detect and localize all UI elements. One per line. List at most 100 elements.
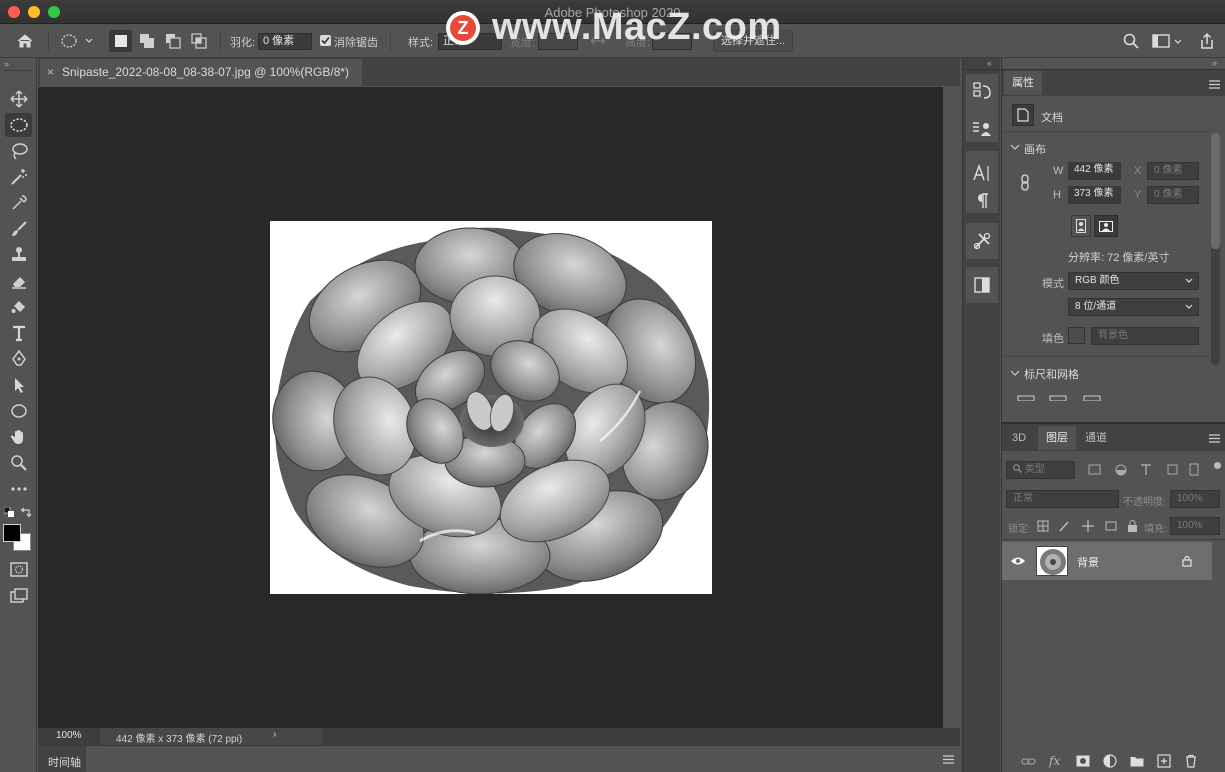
add-to-selection-icon[interactable] <box>136 31 158 51</box>
opacity-input[interactable]: 100% <box>1170 490 1220 508</box>
eyedropper-tool-icon[interactable] <box>5 191 32 215</box>
canvas-height-input[interactable]: 373 像素 <box>1068 186 1121 204</box>
more-tools-icon[interactable] <box>5 477 32 501</box>
collapse-tools-icon[interactable]: » <box>4 59 9 69</box>
libraries-panel-icon[interactable] <box>972 274 992 296</box>
document-tab-title: Snipaste_2022-08-08_08-38-07.jpg @ 100%(… <box>62 65 350 79</box>
tab-properties[interactable]: 属性 <box>1004 71 1042 95</box>
layer-name[interactable]: 背景 <box>1077 554 1099 570</box>
layer-thumbnail <box>1036 546 1068 576</box>
intersect-selection-icon[interactable] <box>188 31 210 51</box>
collapse-panels-icon[interactable]: » <box>1212 58 1217 68</box>
brush-tool-icon[interactable] <box>5 217 32 241</box>
timeline-menu-icon[interactable] <box>943 755 954 764</box>
history-panel-icon[interactable] <box>972 80 992 102</box>
zoom-tool-icon[interactable] <box>5 451 32 475</box>
bit-depth-select[interactable]: 8 位/通道 <box>1068 298 1199 316</box>
timeline-tab[interactable]: 时间轴 <box>48 754 81 770</box>
search-icon[interactable] <box>1122 32 1140 50</box>
fill-select[interactable]: 背景色 <box>1091 327 1199 345</box>
document-info-field[interactable]: 442 像素 x 373 像素 (72 ppi) › <box>100 728 322 745</box>
eraser-tool-icon[interactable] <box>5 269 32 293</box>
canvas-x-input[interactable]: 0 像素 <box>1147 162 1199 180</box>
style-label: 样式: <box>408 37 434 49</box>
antialias-checkbox[interactable] <box>320 35 331 46</box>
fill-select-value: 背景色 <box>1098 330 1128 341</box>
layer-filter-select[interactable]: 类型 <box>1006 461 1075 479</box>
workspace-switcher-icon[interactable] <box>1152 32 1182 50</box>
document-tab[interactable]: × Snipaste_2022-08-08_08-38-07.jpg @ 100… <box>40 59 362 86</box>
tab-channels[interactable]: 通道 <box>1077 426 1115 450</box>
magic-wand-tool-icon[interactable] <box>5 165 32 189</box>
canvas-section-title[interactable]: 画布 <box>1024 141 1046 157</box>
foreground-color-swatch[interactable] <box>3 524 21 542</box>
landscape-orientation-icon[interactable] <box>1094 215 1118 237</box>
properties-scrollbar[interactable] <box>1211 133 1220 365</box>
new-selection-icon[interactable] <box>109 30 132 52</box>
character-panel-icon[interactable] <box>972 162 992 184</box>
add-mask-icon[interactable] <box>1076 755 1090 767</box>
home-icon[interactable] <box>12 31 38 51</box>
layer-row[interactable]: 背景 <box>1002 542 1212 580</box>
ruler-grid-icons[interactable] <box>1017 392 1117 402</box>
height-label: H <box>1053 189 1061 201</box>
watermark-text: www.MacZ.com <box>492 6 782 48</box>
clone-stamp-tool-icon[interactable] <box>5 243 32 267</box>
info-menu-arrow-icon[interactable]: › <box>273 729 276 740</box>
elliptical-marquee-tool-icon[interactable] <box>5 113 32 137</box>
type-tool-icon[interactable] <box>5 321 32 345</box>
rulers-section-title[interactable]: 标尺和网格 <box>1024 366 1079 382</box>
default-colors-icon[interactable] <box>3 506 14 517</box>
delete-layer-icon[interactable] <box>1184 754 1198 768</box>
ellipse-tool-icon[interactable] <box>5 399 32 423</box>
expand-dock-icon[interactable]: « <box>987 58 992 68</box>
subtract-from-selection-icon[interactable] <box>162 31 184 51</box>
tab-3d[interactable]: 3D <box>1004 426 1034 450</box>
rulers-section-chevron-icon[interactable] <box>1010 368 1020 376</box>
layer-visibility-icon[interactable] <box>1010 556 1026 566</box>
adjustment-layer-icon[interactable] <box>1103 754 1117 768</box>
document-image[interactable] <box>270 221 712 594</box>
canvas-area[interactable] <box>38 87 943 728</box>
actions-panel-icon[interactable] <box>972 118 992 140</box>
lock-options-icons[interactable] <box>1036 519 1140 533</box>
paragraph-panel-icon[interactable] <box>972 190 992 212</box>
layers-menu-icon[interactable] <box>1209 434 1220 443</box>
canvas-y-input[interactable]: 0 像素 <box>1147 186 1199 204</box>
portrait-orientation-icon[interactable] <box>1071 215 1091 237</box>
lock-label: 锁定: <box>1008 524 1031 535</box>
pen-tool-icon[interactable] <box>5 347 32 371</box>
link-layers-icon[interactable] <box>1021 755 1037 769</box>
zoom-level[interactable]: 100% <box>56 730 82 741</box>
vertical-scrollbar[interactable] <box>943 87 960 728</box>
marquee-preset-picker[interactable] <box>56 31 96 51</box>
quick-mask-icon[interactable] <box>5 558 32 582</box>
new-group-icon[interactable] <box>1130 755 1144 767</box>
color-mode-select[interactable]: RGB 颜色 <box>1068 272 1199 290</box>
right-panels: » 属性 文档 画布 W 442 像素 X 0 像素 H 373 像素 Y 0 … <box>1001 58 1225 772</box>
tab-layers[interactable]: 图层 <box>1038 426 1076 450</box>
blend-mode-select[interactable]: 正常 <box>1006 490 1119 508</box>
properties-menu-icon[interactable] <box>1209 80 1220 89</box>
share-icon[interactable] <box>1197 31 1217 51</box>
move-tool-icon[interactable] <box>5 87 32 111</box>
new-layer-icon[interactable] <box>1157 754 1171 768</box>
link-dimensions-icon[interactable] <box>1018 174 1032 192</box>
fill-opacity-input[interactable]: 100% <box>1170 517 1220 535</box>
lasso-tool-icon[interactable] <box>5 139 32 163</box>
screen-mode-icon[interactable] <box>5 584 32 608</box>
paint-bucket-tool-icon[interactable] <box>5 295 32 319</box>
blend-mode-value: 正常 <box>1013 493 1033 504</box>
path-selection-tool-icon[interactable] <box>5 373 32 397</box>
layer-effects-icon[interactable]: fx <box>1049 754 1060 768</box>
canvas-width-input[interactable]: 442 像素 <box>1068 162 1121 180</box>
hand-tool-icon[interactable] <box>5 425 32 449</box>
feather-input[interactable]: 0 像素 <box>258 33 312 50</box>
swap-colors-icon[interactable] <box>20 506 32 518</box>
fill-color-swatch[interactable] <box>1068 327 1085 344</box>
layer-filter-icons[interactable] <box>1088 463 1208 477</box>
filter-toggle-icon[interactable] <box>1214 462 1221 469</box>
close-tab-icon[interactable]: × <box>47 59 54 86</box>
canvas-section-chevron-icon[interactable] <box>1010 142 1020 150</box>
tool-presets-icon[interactable] <box>972 230 992 252</box>
